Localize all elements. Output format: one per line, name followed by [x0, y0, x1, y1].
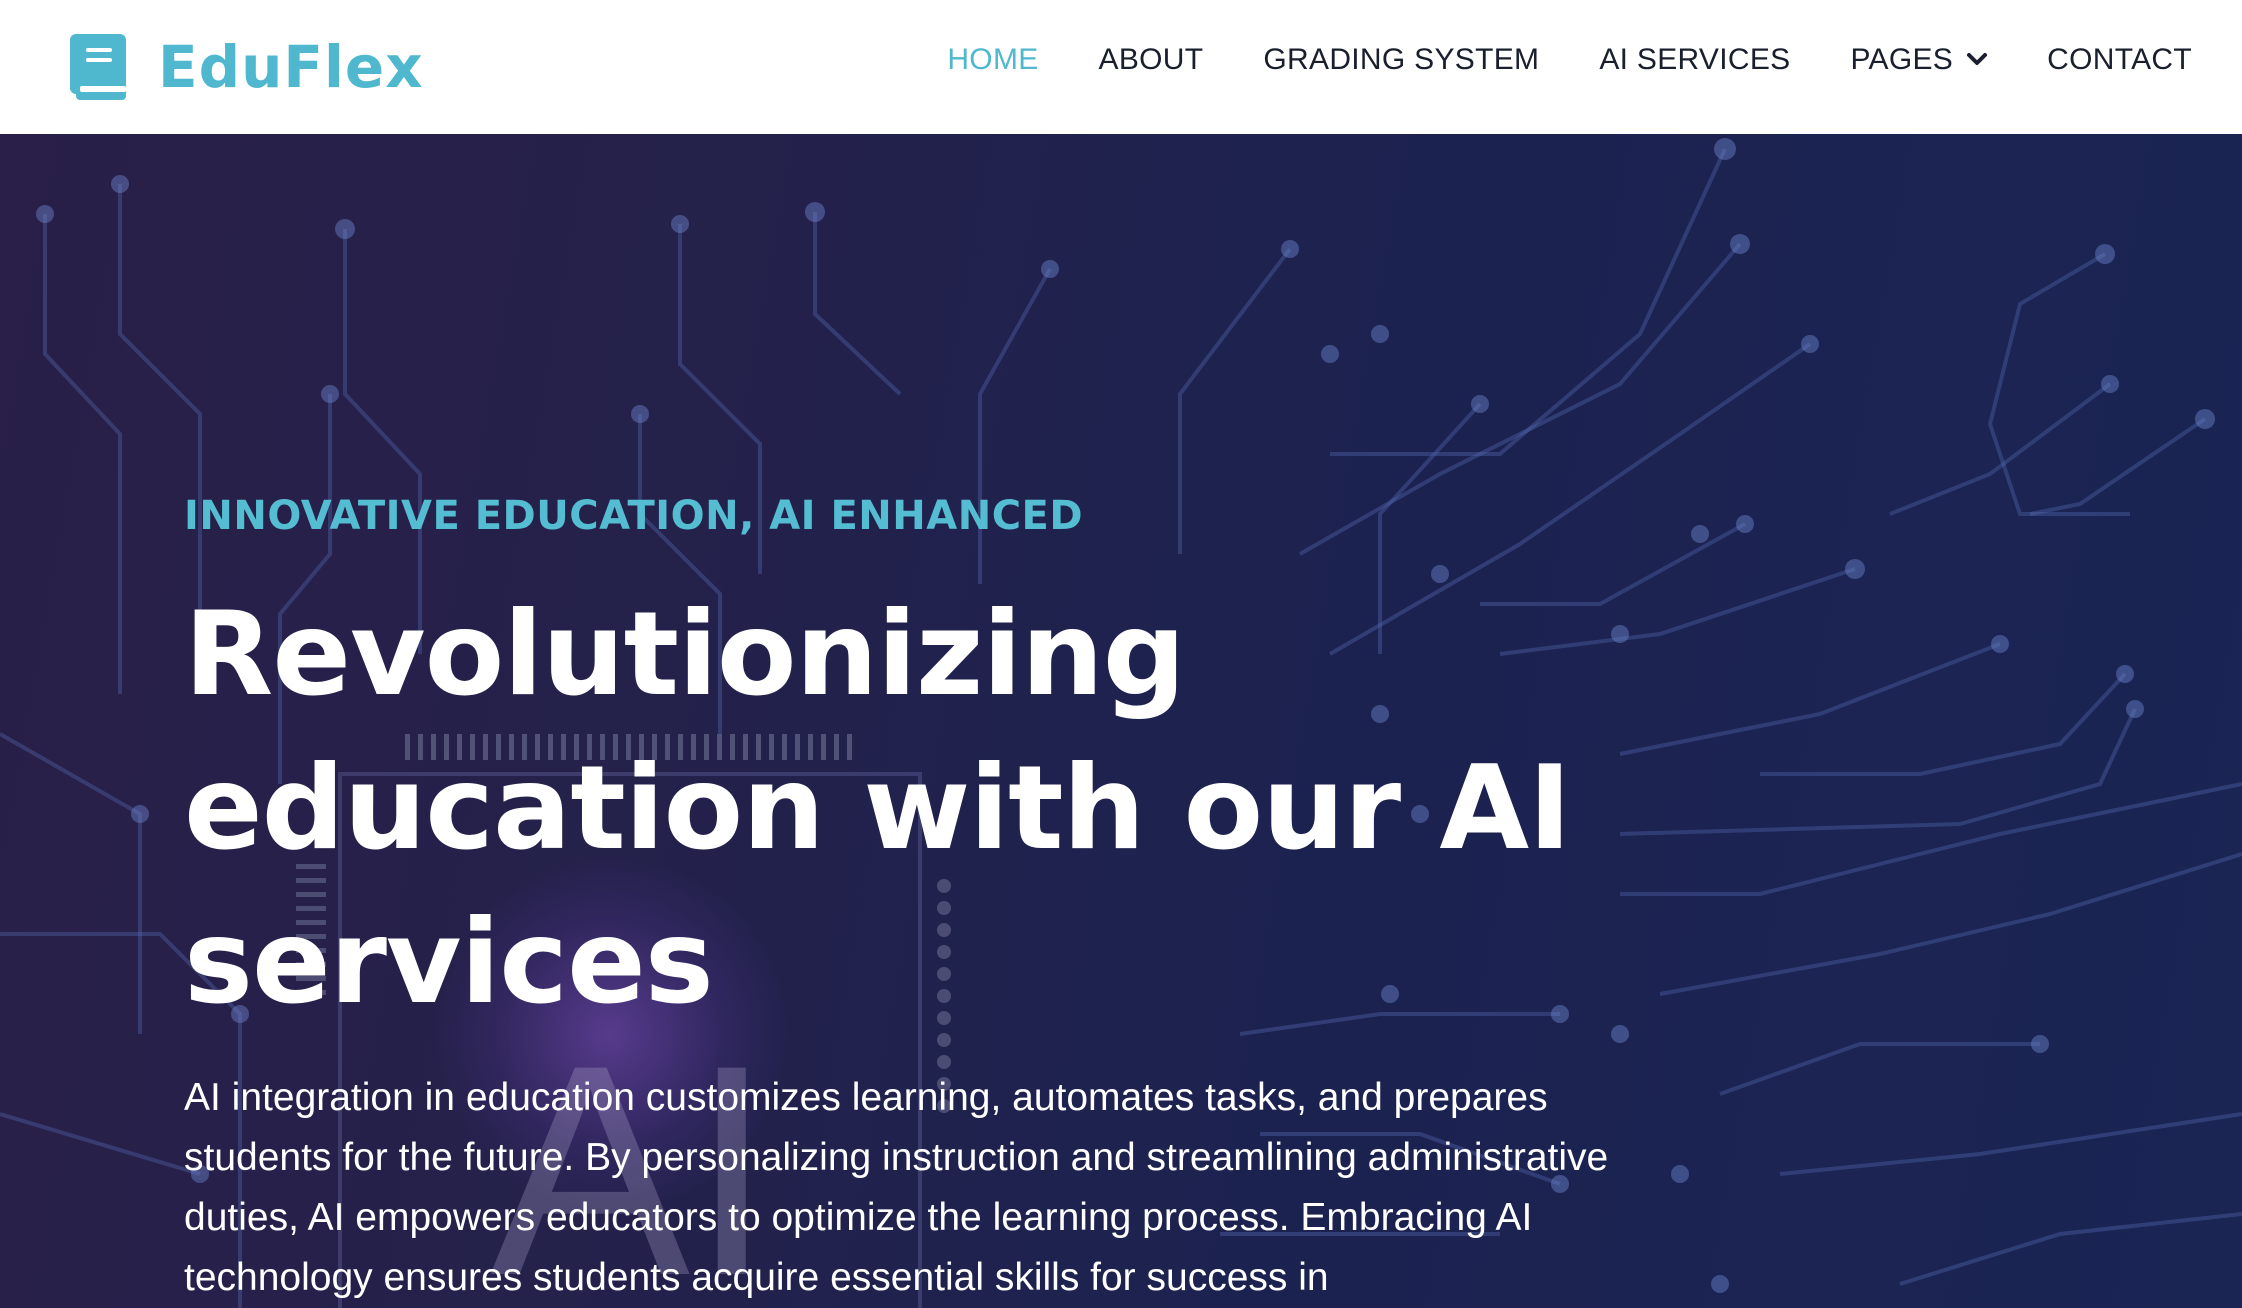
nav-item-label: AI SERVICES [1599, 43, 1791, 76]
book-icon [70, 34, 126, 100]
nav-item-label: CONTACT [2047, 43, 2192, 76]
nav-item-home[interactable]: HOME [947, 43, 1038, 77]
nav-item-label: PAGES [1850, 43, 1954, 76]
nav-item-pages[interactable]: PAGES [1850, 43, 1988, 77]
hero-title: Revolutionizing education with our AI se… [184, 587, 1571, 1030]
hero-description: AI integration in education customizes l… [184, 1076, 1609, 1299]
brand-logo-link[interactable]: EduFlex [70, 33, 424, 101]
nav-item-grading-system[interactable]: GRADING SYSTEM [1263, 43, 1539, 77]
nav-item-contact[interactable]: CONTACT [2047, 43, 2192, 77]
nav-item-ai-services[interactable]: AI SERVICES [1599, 43, 1790, 77]
nav-item-label: ABOUT [1098, 43, 1204, 76]
site-header: EduFlex HOME ABOUT GRADING SYSTEM AI SER… [0, 0, 2242, 134]
nav-item-about[interactable]: ABOUT [1099, 43, 1204, 77]
hero-content: INNOVATIVE EDUCATION, AI ENHANCED Revolu… [184, 496, 1664, 1308]
hero-section: AI INNOVATIVE EDUCATION, AI ENHANCED Rev… [0, 134, 2242, 1308]
brand-name: EduFlex [158, 33, 424, 101]
nav-item-label: HOME [947, 43, 1039, 76]
chevron-down-icon [1967, 53, 1988, 65]
hero-eyebrow: INNOVATIVE EDUCATION, AI ENHANCED [184, 493, 1084, 539]
main-nav: HOME ABOUT GRADING SYSTEM AI SERVICES PA… [947, 43, 2192, 77]
nav-item-label: GRADING SYSTEM [1263, 43, 1540, 76]
